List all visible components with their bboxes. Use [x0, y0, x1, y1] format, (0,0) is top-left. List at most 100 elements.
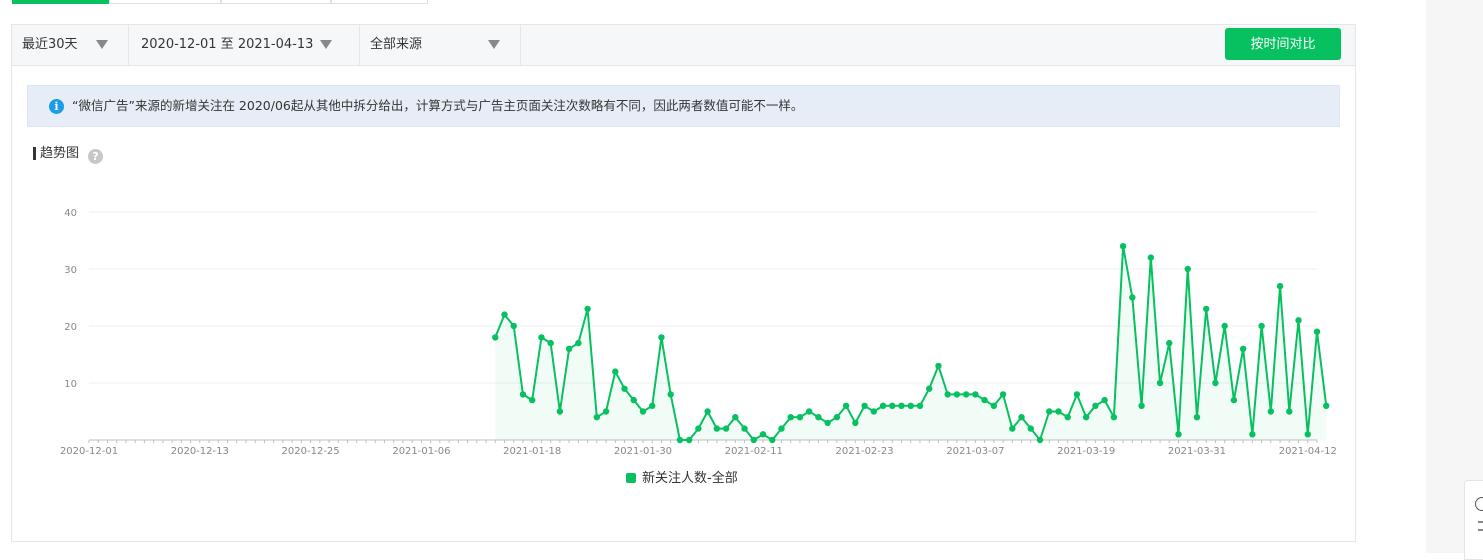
data-point [1286, 408, 1293, 415]
data-point [972, 391, 979, 398]
data-point [1073, 391, 1081, 398]
data-point [981, 396, 988, 404]
data-point [1027, 425, 1034, 432]
y-tick-label: 20 [64, 322, 77, 333]
data-point [787, 414, 794, 421]
data-point [612, 368, 619, 375]
data-point [685, 436, 693, 444]
data-point [1129, 294, 1136, 301]
y-tick-label: 10 [64, 379, 77, 390]
y-tick-label: 30 [64, 265, 77, 276]
trend-chart: 10 20 30 40 2020-12-01 2020-12-13 2020-12-25 20… [60, 208, 1337, 457]
data-point [649, 402, 656, 409]
data-point [1156, 379, 1164, 387]
data-point [1304, 431, 1311, 438]
data-point [815, 414, 822, 421]
data-point [630, 396, 637, 404]
widget-line-icon [1478, 521, 1483, 523]
data-point [1009, 425, 1016, 432]
data-point [1212, 379, 1219, 387]
x-tick-label: 2021-02-11 [725, 446, 783, 457]
data-point [879, 402, 887, 409]
data-point [842, 402, 850, 409]
data-point [1295, 317, 1302, 324]
data-point [1046, 408, 1053, 415]
data-point [796, 414, 804, 421]
data-point [916, 402, 924, 409]
data-point [1119, 243, 1127, 250]
data-point [944, 391, 951, 398]
data-point [1166, 339, 1173, 347]
data-point [898, 402, 905, 409]
data-point [769, 436, 776, 444]
x-tick-label: 2021-03-31 [1168, 446, 1226, 457]
data-point [907, 402, 914, 409]
data-point [556, 408, 564, 415]
data-point [926, 385, 933, 392]
x-tick-label: 2020-12-01 [60, 446, 118, 457]
data-point [990, 402, 998, 409]
data-point [565, 345, 573, 352]
data-point [778, 425, 785, 432]
data-point [547, 339, 554, 347]
data-point [519, 391, 527, 398]
data-point [1203, 305, 1210, 313]
data-point [713, 425, 721, 432]
data-point [1276, 282, 1284, 290]
legend-swatch [626, 473, 636, 483]
data-point [1064, 414, 1071, 421]
top-tab-1[interactable] [12, 0, 109, 4]
data-point [538, 334, 545, 341]
floating-help-widget[interactable] [1464, 480, 1483, 560]
legend-label: 新关注人数-全部 [642, 471, 738, 486]
data-point [852, 419, 859, 427]
data-point [1110, 414, 1118, 421]
data-point [584, 305, 591, 313]
x-tick-label: 2021-02-23 [836, 446, 894, 457]
data-point [750, 436, 757, 444]
trend-panel: 最近30天 2020-12-01 至 2021-04-13 全部来源 按时间对比… [11, 24, 1356, 542]
data-point [695, 425, 702, 432]
data-point [999, 391, 1007, 398]
data-point [833, 414, 841, 421]
x-tick-label: 2021-01-18 [503, 446, 561, 457]
x-tick-label: 2020-12-13 [171, 446, 229, 457]
x-tick-label: 2021-04-12 [1279, 446, 1337, 457]
data-point [676, 436, 684, 444]
data-point [732, 414, 739, 421]
top-tab-bar [12, 0, 428, 4]
data-point [1018, 414, 1025, 421]
data-point [805, 408, 813, 415]
data-point [889, 402, 896, 409]
data-point [593, 414, 601, 421]
data-point [1258, 322, 1265, 330]
data-point [953, 391, 961, 398]
data-point [1323, 402, 1330, 409]
data-point [870, 408, 878, 415]
top-tab-4[interactable] [331, 0, 428, 4]
data-point [492, 334, 499, 341]
data-point [1221, 322, 1228, 330]
data-point [1138, 402, 1145, 409]
data-point [759, 431, 767, 438]
data-point [1092, 402, 1099, 409]
data-point [824, 419, 831, 427]
top-tab-3[interactable] [221, 0, 331, 4]
y-tick-label: 40 [64, 208, 77, 219]
data-point [667, 391, 674, 398]
data-point [501, 311, 508, 318]
data-point [639, 408, 647, 415]
data-point [935, 362, 942, 370]
x-tick-label: 2020-12-25 [282, 446, 340, 457]
widget-line-icon [1478, 529, 1483, 531]
right-gutter [1426, 0, 1483, 553]
data-point [658, 334, 665, 341]
data-point [1249, 431, 1256, 438]
data-point [704, 408, 711, 415]
data-point [621, 385, 628, 392]
top-tab-2[interactable] [109, 0, 221, 4]
data-point [1101, 396, 1108, 404]
data-point [962, 391, 970, 398]
data-point [1184, 265, 1191, 273]
x-tick-label: 2021-01-06 [392, 446, 450, 457]
